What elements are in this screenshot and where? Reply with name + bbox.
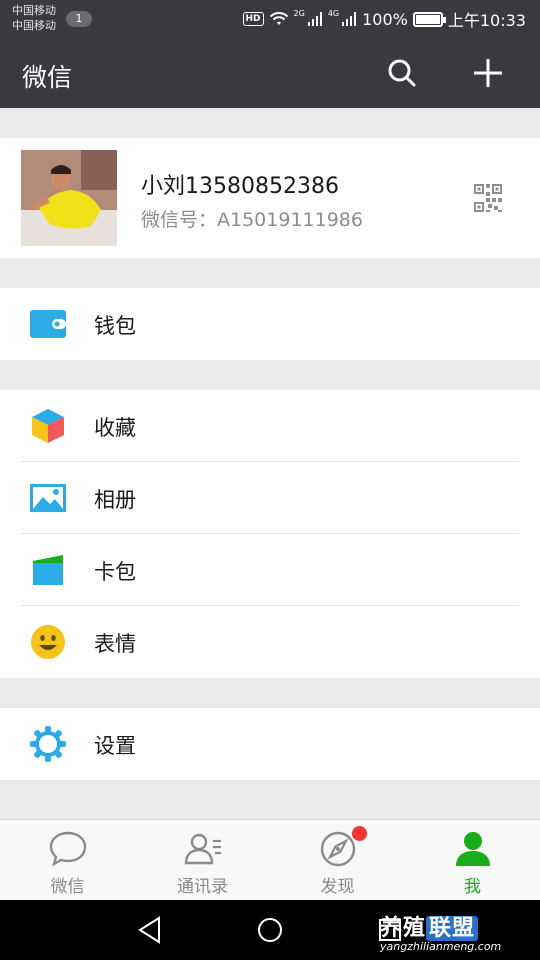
features-group: 收藏 相册 卡包 表情 — [0, 390, 540, 678]
carrier-2: 中国移动 — [12, 19, 56, 32]
battery-percent: 100% — [362, 9, 408, 29]
tab-label: 我 — [464, 877, 481, 897]
system-nav-bar: 养殖 联盟 yangzhilianmeng.com — [0, 900, 540, 960]
menu-item-label: 相册 — [94, 488, 136, 512]
tab-bar: 微信 通讯录 发现 我 — [0, 819, 540, 900]
tab-label: 发现 — [320, 877, 355, 897]
photo-icon — [28, 480, 68, 516]
discover-badge — [352, 826, 367, 841]
carrier-info: 中国移动 中国移动 — [12, 3, 56, 33]
plus-icon — [474, 59, 502, 87]
search-button[interactable] — [380, 51, 424, 95]
hd-icon: HD — [242, 12, 264, 26]
app-header: 微信 — [0, 38, 540, 108]
wechat-id: 微信号：A15019111986 — [141, 209, 363, 231]
tab-label: 微信 — [50, 877, 85, 897]
person-icon — [455, 832, 490, 866]
avatar[interactable] — [21, 150, 117, 246]
watermark-text-1: 养殖 — [380, 916, 427, 941]
menu-item-settings[interactable]: 设置 — [0, 708, 540, 780]
nickname: 小刘13580852386 — [141, 174, 339, 199]
wallet-group: 钱包 — [0, 288, 540, 360]
tab-me[interactable]: 我 — [405, 820, 540, 900]
wallet-icon — [28, 306, 68, 342]
net-4g-label: 4G — [327, 8, 340, 18]
menu-item-label: 表情 — [94, 632, 136, 656]
card-icon — [28, 552, 68, 588]
add-button[interactable] — [466, 51, 510, 95]
clock: 上午10:33 — [447, 11, 526, 30]
net-2g-label: 2G — [293, 8, 305, 18]
watermark-title: 养殖 联盟 — [380, 910, 479, 942]
search-icon — [388, 59, 416, 87]
menu-item-favorites[interactable]: 收藏 — [0, 390, 540, 462]
tab-label: 通讯录 — [177, 877, 228, 897]
watermark-url: yangzhilianmeng.com — [380, 940, 502, 953]
home-icon[interactable] — [255, 915, 285, 945]
chat-bubble-icon — [49, 831, 86, 867]
watermark: 养殖 联盟 yangzhilianmeng.com — [380, 910, 530, 956]
contacts-icon — [184, 833, 221, 865]
qr-code-icon[interactable] — [472, 182, 504, 214]
menu-item-wallet[interactable]: 钱包 — [0, 288, 540, 360]
tab-discover[interactable]: 发现 — [270, 820, 405, 900]
menu-item-label: 卡包 — [94, 560, 136, 584]
battery-icon — [412, 11, 446, 27]
watermark-text-2: 联盟 — [426, 916, 479, 941]
smiley-icon — [28, 624, 68, 660]
menu-item-album[interactable]: 相册 — [0, 462, 540, 534]
menu-item-label: 设置 — [94, 734, 136, 758]
avatar-image — [21, 150, 117, 246]
carrier-1: 中国移动 — [12, 4, 56, 17]
back-icon[interactable] — [135, 915, 165, 945]
notification-badge: 1 — [66, 11, 92, 27]
wifi-icon — [269, 12, 288, 25]
settings-group: 设置 — [0, 708, 540, 780]
status-indicators: HD 2G 4G 100% 上午10:33 — [242, 8, 526, 30]
signal-4g-icon — [342, 12, 357, 26]
menu-item-label: 收藏 — [94, 416, 136, 440]
menu-item-label: 钱包 — [94, 314, 136, 338]
gear-icon — [28, 726, 68, 762]
cube-icon — [28, 408, 68, 444]
tab-contacts[interactable]: 通讯录 — [135, 820, 270, 900]
profile-card[interactable]: 小刘13580852386 微信号：A15019111986 — [0, 138, 540, 258]
page-title: 微信 — [22, 63, 73, 92]
menu-item-cards[interactable]: 卡包 — [0, 534, 540, 606]
menu-item-stickers[interactable]: 表情 — [0, 606, 540, 678]
status-bar: 中国移动 中国移动 1 HD 2G 4G 100% 上午10:33 — [0, 0, 540, 38]
tab-chats[interactable]: 微信 — [0, 820, 135, 900]
signal-2g-icon — [307, 12, 322, 26]
